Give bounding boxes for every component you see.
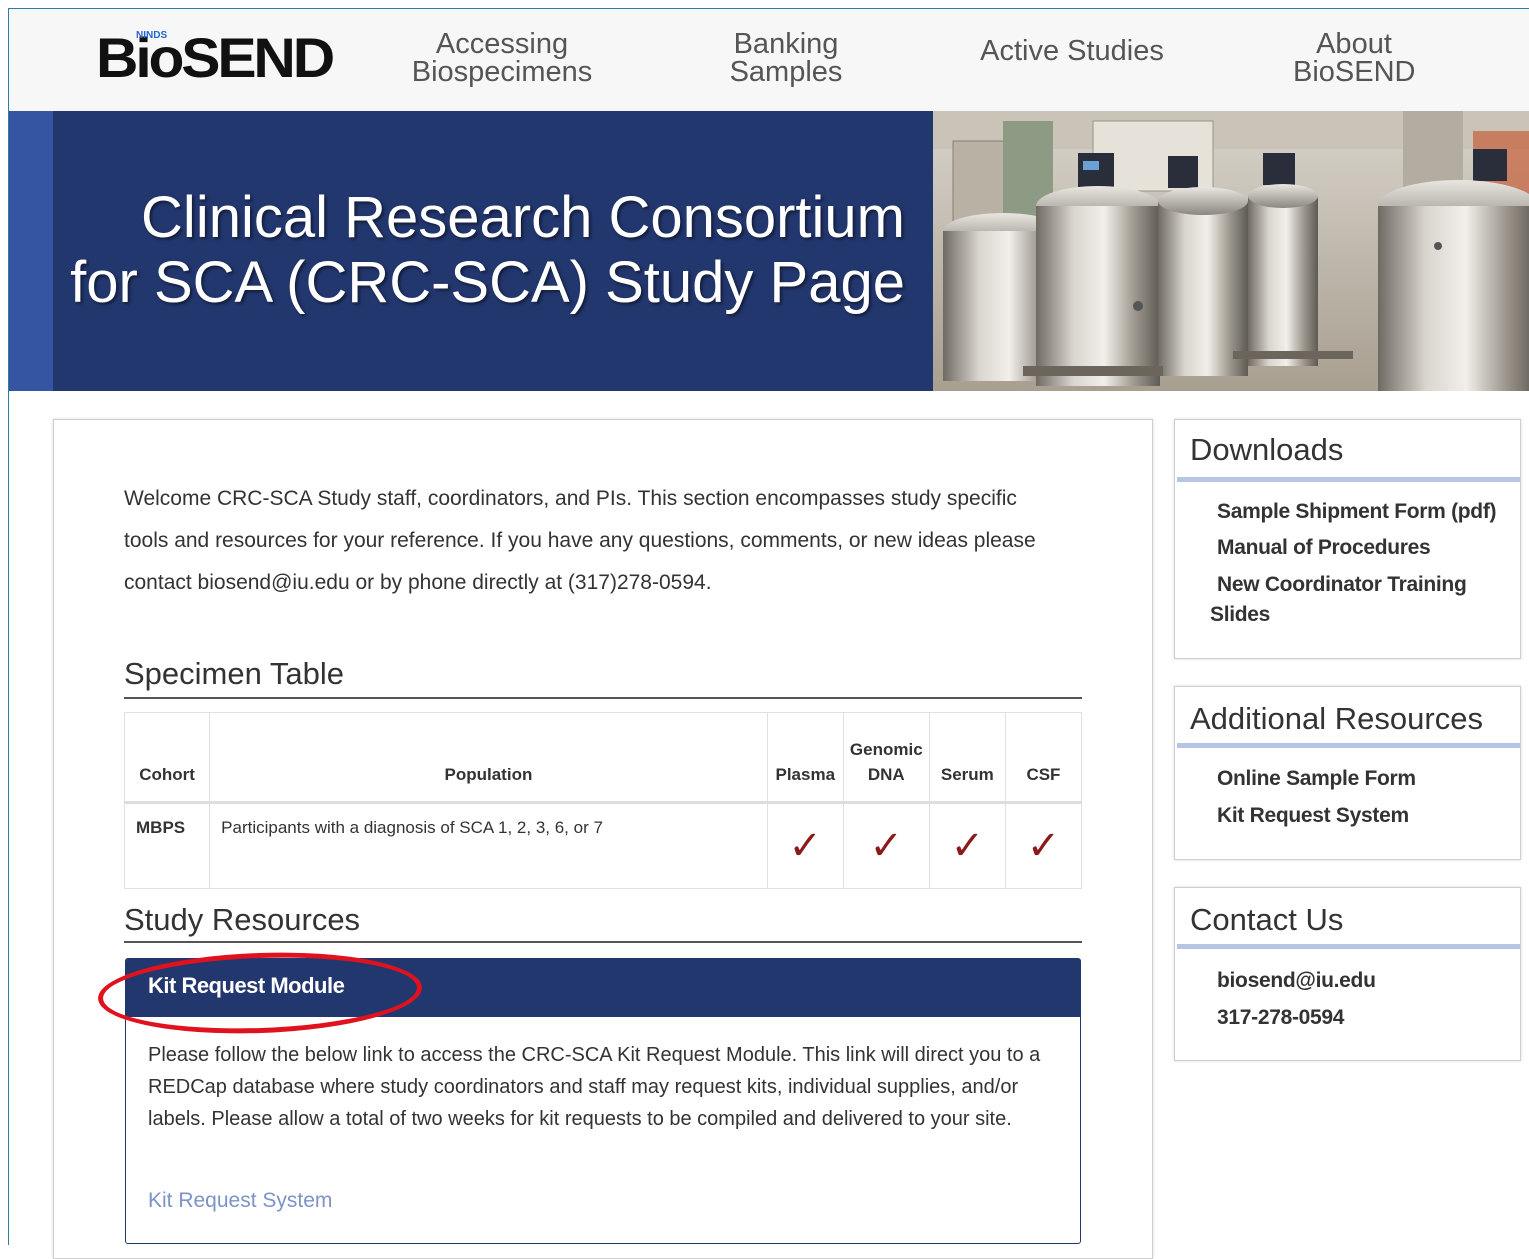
logo-wordmark: BioSEND (96, 26, 335, 89)
additional-resources-title: Additional Resources (1190, 701, 1483, 736)
column-header: Serum (928, 712, 1006, 804)
column-header: Population (209, 712, 768, 804)
additional-resources-card: Additional Resources Online Sample Form … (1174, 686, 1521, 860)
site-header: BioSEND NINDS Accessing Biospecimens Ban… (9, 9, 1529, 111)
section-divider (124, 697, 1082, 699)
page-title: Clinical Research Consortium for SCA (CR… (60, 185, 905, 315)
kit-request-system-link[interactable]: Kit Request System (148, 1189, 332, 1213)
coordinator-training-slides-link[interactable]: New Coordinator Training (1217, 570, 1467, 600)
table-header-row: Cohort Population Plasma Genomic DNA Ser… (123, 712, 1083, 804)
downloads-title: Downloads (1190, 432, 1344, 467)
kit-request-panel-title: Kit Request Module (126, 959, 1080, 1017)
downloads-card: Downloads Sample Shipment Form (pdf) Man… (1174, 419, 1521, 659)
nav-line: Accessing (435, 28, 569, 60)
contact-phone: 317-278-0594 (1217, 1006, 1345, 1029)
section-divider (124, 941, 1082, 943)
column-header: CSF (1004, 712, 1083, 804)
table-row: MBPS Participants with a diagnosis of SC… (123, 802, 1083, 889)
nav-line: About (1316, 28, 1392, 60)
nav-line: Banking (733, 28, 839, 60)
contact-us-title: Contact Us (1190, 902, 1344, 937)
column-header: Cohort (123, 712, 211, 804)
nav-about-biosend[interactable]: About BioSEND (1293, 28, 1416, 88)
intro-text: Welcome CRC-SCA Study staff, coordinator… (124, 487, 1036, 594)
nav-banking-samples[interactable]: Banking Samples (721, 28, 851, 88)
cohort-cell: MBPS (123, 802, 211, 889)
page-title-line: for SCA (CRC-SCA) Study Page (70, 250, 905, 315)
nav-line: Biospecimens (411, 56, 593, 88)
coordinator-training-slides-link-wrap[interactable]: Slides (1210, 600, 1270, 630)
sample-shipment-form-link[interactable]: Sample Shipment Form (pdf) (1217, 497, 1497, 527)
hero-accent-strip (9, 111, 53, 391)
nav-active-studies[interactable]: Active Studies (977, 35, 1167, 67)
logo-ninds-label: NINDS (136, 30, 168, 41)
kit-request-panel: Kit Request Module Please follow the bel… (125, 958, 1081, 1244)
contact-us-card: Contact Us biosend@iu.edu 317-278-0594 (1174, 887, 1521, 1061)
column-header: Plasma (766, 712, 844, 804)
contact-email-link[interactable]: biosend@iu.edu (1217, 966, 1376, 996)
plasma-check-icon: ✓ (766, 802, 844, 889)
online-sample-form-link[interactable]: Online Sample Form (1217, 764, 1416, 794)
page-title-line: Clinical Research Consortium (141, 185, 905, 250)
kit-request-system-sidebar-link[interactable]: Kit Request System (1217, 801, 1409, 831)
csf-check-icon: ✓ (1004, 802, 1083, 889)
nav-line: Samples (729, 56, 843, 88)
manual-of-procedures-link[interactable]: Manual of Procedures (1217, 533, 1431, 563)
nav-line: Active Studies (980, 35, 1164, 67)
serum-check-icon: ✓ (928, 802, 1006, 889)
biosend-logo[interactable]: BioSEND NINDS (96, 30, 341, 86)
nav-line: BioSEND (1293, 56, 1416, 88)
column-header: Genomic DNA (842, 712, 930, 804)
card-title-rule (1177, 743, 1520, 748)
kit-request-description: Please follow the below link to access t… (148, 1044, 1041, 1130)
specimen-table-heading: Specimen Table (124, 656, 345, 691)
card-title-rule (1177, 477, 1520, 482)
hero-freezer-photo (933, 111, 1529, 391)
study-resources-heading: Study Resources (124, 902, 361, 937)
card-title-rule (1177, 944, 1520, 949)
specimen-table: Cohort Population Plasma Genomic DNA Ser… (123, 712, 1083, 889)
nav-accessing-biospecimens[interactable]: Accessing Biospecimens (409, 28, 595, 88)
population-cell: Participants with a diagnosis of SCA 1, … (209, 802, 768, 889)
dna-check-icon: ✓ (842, 802, 930, 889)
